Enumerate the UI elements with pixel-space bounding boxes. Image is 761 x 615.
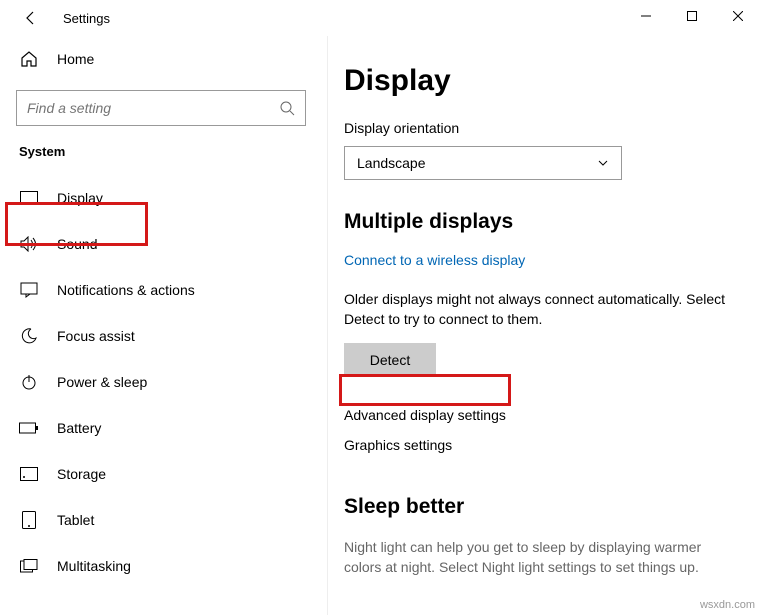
home-label: Home (57, 51, 94, 67)
content-pane: Display Display orientation Landscape Mu… (328, 36, 761, 615)
sidebar-item-label: Storage (57, 466, 106, 482)
display-icon (19, 188, 39, 208)
close-button[interactable] (715, 0, 761, 32)
sidebar-item-display[interactable]: Display (0, 175, 327, 221)
sidebar-item-label: Focus assist (57, 328, 135, 344)
sleep-better-heading: Sleep better (344, 495, 731, 519)
sound-icon (19, 234, 39, 254)
sidebar-item-label: Notifications & actions (57, 282, 195, 298)
storage-icon (19, 464, 39, 484)
sidebar-item-focus-assist[interactable]: Focus assist (0, 313, 327, 359)
sidebar-item-tablet[interactable]: Tablet (0, 497, 327, 543)
sidebar-item-label: Multitasking (57, 558, 131, 574)
orientation-value: Landscape (357, 155, 426, 171)
graphics-settings-link[interactable]: Graphics settings (344, 437, 731, 453)
multiple-displays-heading: Multiple displays (344, 210, 731, 234)
watermark: wsxdn.com (700, 599, 755, 611)
battery-icon (19, 418, 39, 438)
connect-wireless-link[interactable]: Connect to a wireless display (344, 252, 525, 268)
moon-icon (19, 326, 39, 346)
sidebar-item-label: Display (57, 190, 103, 206)
category-title: System (0, 144, 327, 159)
search-icon (279, 100, 295, 116)
chevron-down-icon (597, 157, 609, 169)
older-displays-text: Older displays might not always connect … (344, 290, 731, 329)
sleep-better-text: Night light can help you get to sleep by… (344, 537, 731, 578)
sidebar-item-label: Tablet (57, 512, 94, 528)
search-input[interactable] (27, 100, 279, 116)
sidebar-item-power-sleep[interactable]: Power & sleep (0, 359, 327, 405)
sidebar-item-sound[interactable]: Sound (0, 221, 327, 267)
maximize-button[interactable] (669, 0, 715, 32)
sidebar: Home System Display Sound (0, 36, 328, 615)
sidebar-item-label: Power & sleep (57, 374, 147, 390)
home-nav[interactable]: Home (0, 36, 327, 82)
search-box[interactable] (16, 90, 306, 126)
orientation-label: Display orientation (344, 120, 731, 136)
back-button[interactable] (19, 6, 43, 30)
sidebar-item-battery[interactable]: Battery (0, 405, 327, 451)
minimize-button[interactable] (623, 0, 669, 32)
multitasking-icon (19, 556, 39, 576)
notifications-icon (19, 280, 39, 300)
advanced-display-settings-link[interactable]: Advanced display settings (344, 407, 731, 423)
sidebar-item-storage[interactable]: Storage (0, 451, 327, 497)
sidebar-item-label: Sound (57, 236, 97, 252)
detect-button[interactable]: Detect (344, 343, 436, 377)
window-title: Settings (63, 11, 110, 26)
sidebar-item-multitasking[interactable]: Multitasking (0, 543, 327, 589)
sidebar-item-label: Battery (57, 420, 101, 436)
power-icon (19, 372, 39, 392)
sidebar-item-notifications[interactable]: Notifications & actions (0, 267, 327, 313)
page-title: Display (344, 64, 731, 98)
home-icon (19, 49, 39, 69)
orientation-dropdown[interactable]: Landscape (344, 146, 622, 180)
tablet-icon (19, 510, 39, 530)
